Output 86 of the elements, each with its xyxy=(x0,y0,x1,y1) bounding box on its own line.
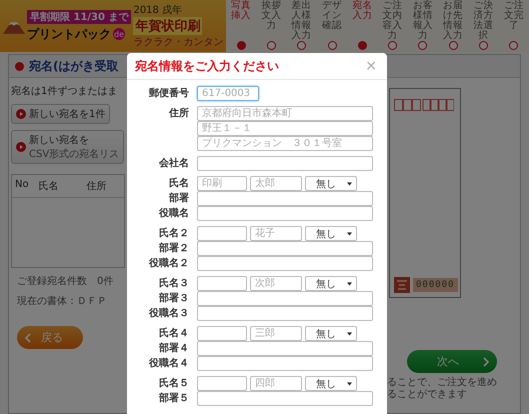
progress-step: 挨拶文入力 xyxy=(256,0,287,52)
text-field[interactable] xyxy=(197,341,373,356)
play-icon xyxy=(16,109,26,119)
field-label: 氏名５ xyxy=(158,376,189,391)
progress-step: 差出人様情報入力 xyxy=(286,0,317,52)
progress-step: 宛名入力 xyxy=(347,0,378,52)
progress-step: ご決済方法選択 xyxy=(468,0,499,52)
progress-step: 写真挿入 xyxy=(226,0,256,52)
progress-step: ご注文完了 xyxy=(498,0,529,52)
field-label: 郵便番号 xyxy=(148,86,189,101)
bullet-icon xyxy=(15,62,24,70)
honorific-select[interactable]: 無し xyxy=(305,326,357,341)
progress-step: ご注文内容入力 xyxy=(377,0,408,52)
honorific-select[interactable]: 無し xyxy=(305,276,357,291)
note-text: ることで、ご注文を進めることができます xyxy=(387,377,498,401)
surname-field[interactable] xyxy=(197,376,247,391)
postal-code-boxes-drawing xyxy=(394,99,454,111)
text-field[interactable] xyxy=(197,291,373,306)
field-label: 部署２ xyxy=(158,242,189,256)
text-field[interactable] xyxy=(197,206,373,221)
tagline: ラクラク・カンタン xyxy=(133,36,224,49)
brand-logo: プリントパック xyxy=(27,26,111,42)
field-label: 住所 xyxy=(168,106,189,121)
surname-field[interactable] xyxy=(197,276,247,291)
honorific-select[interactable]: 無し xyxy=(305,376,357,391)
text-field[interactable] xyxy=(197,306,373,321)
honorific-select[interactable]: 無し xyxy=(305,176,357,191)
column-header: 氏名 xyxy=(38,180,59,193)
progress-step: お客様情報入力 xyxy=(408,0,438,52)
caret-icon xyxy=(347,332,352,336)
caret-icon xyxy=(347,232,352,236)
stamp-icon xyxy=(394,277,410,293)
chevron-left-icon xyxy=(25,332,31,342)
field-label: 部署３ xyxy=(158,292,189,306)
font-info: 現在の書体：ＤＦＰ xyxy=(16,294,107,308)
surname-field[interactable] xyxy=(197,326,247,341)
column-header: No xyxy=(15,179,29,192)
field-label: 氏名３ xyxy=(158,276,189,291)
field-label: 部署４ xyxy=(158,342,189,356)
field-label: 部署５ xyxy=(158,392,189,406)
caret-icon xyxy=(347,182,352,186)
text-field[interactable] xyxy=(197,241,373,256)
progress-step: デザイン確認 xyxy=(316,0,348,52)
field-label: 氏名２ xyxy=(158,226,189,241)
lottery-number: 000000 xyxy=(413,278,458,292)
caret-icon xyxy=(347,382,352,386)
add-address-button[interactable]: 新しい宛名を1件 xyxy=(11,104,110,124)
field-label: 氏名４ xyxy=(158,326,189,341)
field-label: 役職名 xyxy=(158,206,189,221)
address-field[interactable]: 京都府向日市森本町 xyxy=(197,106,373,121)
given-name-field[interactable]: 太郎 xyxy=(250,176,302,191)
given-name-field[interactable]: 四郎 xyxy=(250,376,302,391)
column-header: 住所 xyxy=(86,180,107,193)
field-label: 氏名 xyxy=(168,176,189,191)
given-name-field[interactable]: 三郎 xyxy=(250,326,302,341)
given-name-field[interactable]: 花子 xyxy=(250,226,302,241)
deadline-label: 早割期限 11/30 まで xyxy=(27,10,132,24)
caret-icon xyxy=(347,282,352,286)
progress-step: お届け先情報入力 xyxy=(438,0,468,52)
field-label: 役職名４ xyxy=(148,356,189,371)
section-title: 宛名(はがき受取 xyxy=(29,58,118,74)
product-title: 年賀状印刷 xyxy=(133,17,202,35)
text-field[interactable]: 617-0003 xyxy=(197,86,259,101)
given-name-field[interactable]: 次郎 xyxy=(250,276,302,291)
surname-field[interactable]: 印刷 xyxy=(197,176,247,191)
add-address-button[interactable]: 新しい宛名を CSV形式の宛名リス xyxy=(11,130,124,164)
field-label: 役職名２ xyxy=(148,256,189,271)
brand-badge: de xyxy=(113,28,125,40)
dialog-title: 宛名情報をご入力ください xyxy=(135,58,279,74)
text-field[interactable] xyxy=(197,256,373,271)
play-icon xyxy=(16,142,26,152)
field-label: 会社名 xyxy=(158,156,189,171)
text-field[interactable] xyxy=(197,191,373,206)
text-field[interactable] xyxy=(197,391,373,406)
surname-field[interactable] xyxy=(197,226,247,241)
instruction-text: 宛名は1件ずつまたはま xyxy=(11,84,118,98)
address-count: ご登録宛名件数 0件 xyxy=(16,274,114,288)
text-field[interactable] xyxy=(197,356,373,371)
text-field[interactable] xyxy=(197,156,373,171)
chevron-right-icon xyxy=(483,356,489,366)
field-label: 部署 xyxy=(168,192,189,206)
field-label: 役職名３ xyxy=(148,306,189,321)
address-field[interactable]: 野王１－１ xyxy=(197,121,373,136)
year-label: 2018 戌年 xyxy=(133,4,182,17)
address-field[interactable]: プリクマンション ３０１号室 xyxy=(197,136,373,151)
honorific-select[interactable]: 無し xyxy=(305,226,357,241)
